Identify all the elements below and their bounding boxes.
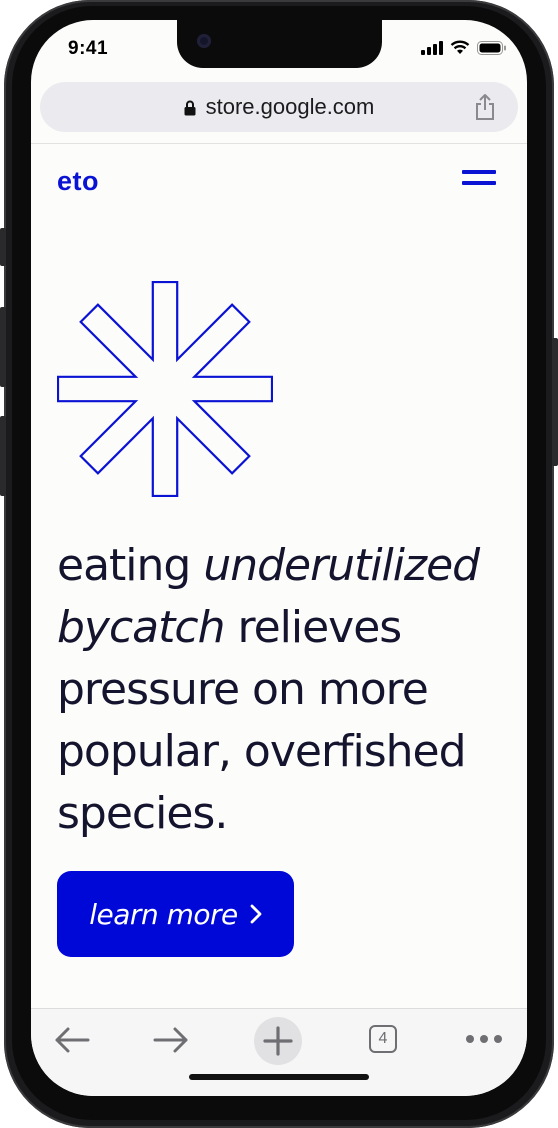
address-bar[interactable]: store.google.com (40, 82, 518, 132)
forward-arrow-icon[interactable] (152, 1025, 190, 1055)
tabs-icon[interactable]: 4 (369, 1025, 397, 1053)
asterisk-star-icon (57, 281, 273, 497)
hamburger-menu-icon[interactable] (462, 170, 498, 192)
screen: 9:41 store.google.com eto eating underut… (31, 20, 527, 1096)
plus-icon[interactable] (253, 1016, 303, 1066)
more-dots-icon[interactable] (465, 1033, 503, 1045)
site-logo[interactable]: eto (57, 166, 99, 197)
learn-more-label: learn more (89, 897, 238, 931)
volume-down-button (0, 416, 6, 496)
status-time: 9:41 (68, 38, 109, 59)
learn-more-button[interactable]: learn more (57, 871, 294, 957)
back-arrow-icon[interactable] (53, 1025, 91, 1055)
home-indicator (189, 1074, 369, 1080)
url-text: store.google.com (205, 94, 375, 119)
chevron-right-icon (250, 904, 262, 924)
power-button (552, 338, 558, 466)
wifi-icon (450, 40, 470, 54)
url-display[interactable]: store.google.com (40, 94, 518, 120)
headline: eating underutilized bycatch relieves pr… (57, 535, 507, 845)
camera (197, 34, 211, 48)
browser-toolbar: 4 (31, 1008, 527, 1096)
notch (177, 20, 382, 68)
browser-divider (31, 143, 527, 144)
mute-switch (0, 228, 6, 266)
status-icons (421, 40, 507, 55)
cellular-signal-icon (421, 40, 443, 55)
battery-icon (477, 40, 506, 55)
headline-part1: eating (57, 540, 204, 591)
share-icon[interactable] (474, 93, 496, 121)
volume-up-button (0, 307, 6, 387)
lock-icon (184, 100, 196, 116)
